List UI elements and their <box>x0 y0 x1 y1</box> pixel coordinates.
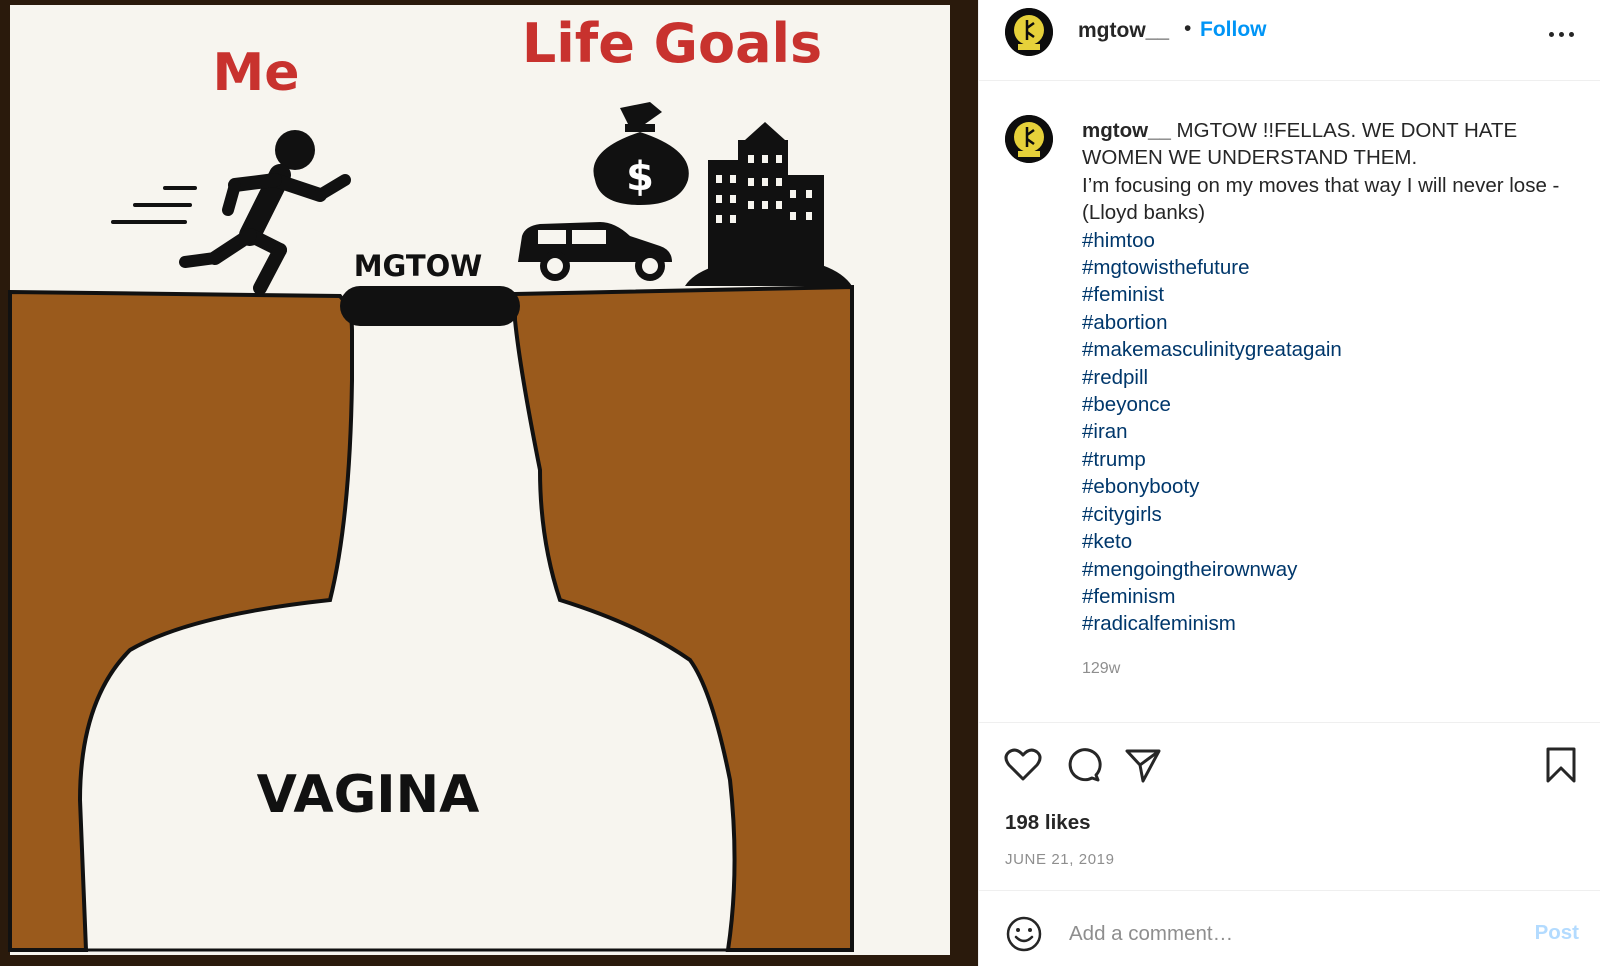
comment-bar: Post <box>979 890 1600 967</box>
heart-icon[interactable] <box>1003 745 1043 785</box>
post-actions: 198 likes JUNE 21, 2019 <box>979 722 1600 891</box>
hashtag-link[interactable]: #himtoo <box>1082 227 1582 254</box>
mgtow-logo-icon <box>1005 115 1053 163</box>
meme-label-life-goals: Life Goals <box>522 12 822 75</box>
mgtow-bridge <box>340 286 520 326</box>
hashtag-link[interactable]: #citygirls <box>1082 501 1582 528</box>
meme-illustration: Me Life Goals MGTOW VAGINA $ <box>8 5 950 955</box>
hashtag-link[interactable]: #feminism <box>1082 583 1582 610</box>
avatar[interactable] <box>1005 8 1053 56</box>
hashtag-link[interactable]: #mengoingtheirownway <box>1082 556 1582 583</box>
header-separator: • <box>1184 17 1192 40</box>
caption-line: I’m focusing on my moves that way I will… <box>1082 173 1560 225</box>
likes-count[interactable]: 198 likes <box>1005 811 1091 835</box>
meme-label-me: Me <box>212 43 299 103</box>
hashtag-link[interactable]: #feminist <box>1082 281 1582 308</box>
post-image: Me Life Goals MGTOW VAGINA $ <box>0 0 978 966</box>
mgtow-logo-icon <box>1005 8 1053 56</box>
caption-text: mgtow__ MGTOW !!FELLAS. WE DONT HATE WOM… <box>1082 117 1582 638</box>
hashtag-link[interactable]: #abortion <box>1082 309 1582 336</box>
bookmark-icon[interactable] <box>1541 745 1581 785</box>
hashtag-link[interactable]: #ebonybooty <box>1082 473 1582 500</box>
hashtag-link[interactable]: #beyonce <box>1082 391 1582 418</box>
hashtag-link[interactable]: #iran <box>1082 418 1582 445</box>
caption-avatar[interactable] <box>1005 115 1053 163</box>
post-comment-button[interactable]: Post <box>1535 921 1579 945</box>
hashtag-link[interactable]: #radicalfeminism <box>1082 610 1582 637</box>
post-date: JUNE 21, 2019 <box>1005 851 1115 868</box>
follow-button[interactable]: Follow <box>1200 18 1267 42</box>
meme-label-bridge: MGTOW <box>354 249 483 283</box>
hashtag-link[interactable]: #redpill <box>1082 364 1582 391</box>
emoji-icon[interactable] <box>1005 915 1043 953</box>
post-header: mgtow__ • Follow <box>979 0 1600 81</box>
caption-username[interactable]: mgtow__ <box>1082 119 1171 142</box>
money-symbol: $ <box>626 154 654 200</box>
hashtag-link[interactable]: #makemasculinitygreatagain <box>1082 336 1582 363</box>
meme-label-pit: VAGINA <box>257 765 480 825</box>
header-username[interactable]: mgtow__ <box>1078 19 1169 43</box>
post-age[interactable]: 129w <box>1082 660 1120 678</box>
hashtag-link[interactable]: #mgtowisthefuture <box>1082 254 1582 281</box>
post-sidebar: mgtow__ • Follow mgtow__ MGTOW !!FELLAS.… <box>978 0 1600 966</box>
hashtag-link[interactable]: #keto <box>1082 528 1582 555</box>
share-icon[interactable] <box>1123 745 1163 785</box>
hashtag-link[interactable]: #trump <box>1082 446 1582 473</box>
more-options-icon[interactable] <box>1547 18 1577 48</box>
comment-icon[interactable] <box>1063 745 1103 785</box>
comment-input[interactable] <box>1067 911 1511 957</box>
